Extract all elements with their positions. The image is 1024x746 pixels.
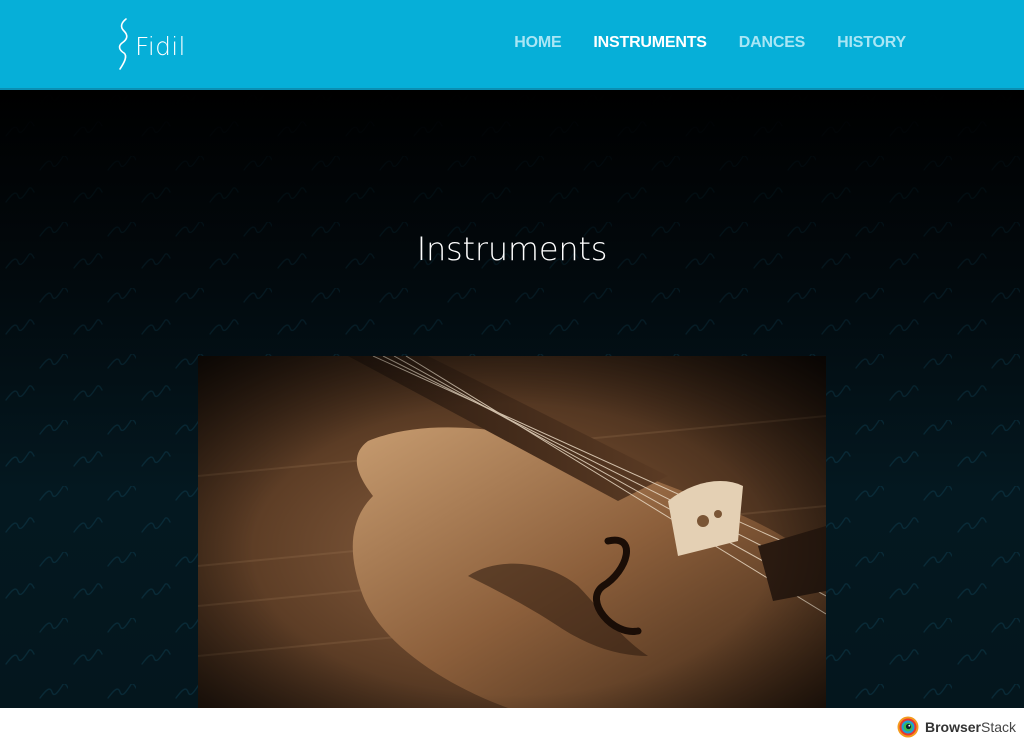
main-content: Instruments <box>0 90 1024 708</box>
logo-text: Fidil <box>135 32 186 61</box>
nav-instruments[interactable]: INSTRUMENTS <box>593 34 707 52</box>
footer-bar: BrowserStack <box>0 708 1024 746</box>
page-title: Instruments <box>416 230 608 268</box>
browserstack-label: BrowserStack <box>924 719 1016 735</box>
browserstack-logo-icon <box>897 716 919 738</box>
logo-link[interactable]: Fidil <box>116 17 186 71</box>
nav-history[interactable]: HISTORY <box>837 34 906 52</box>
logo-icon <box>118 18 128 70</box>
browserstack-badge[interactable]: BrowserStack <box>897 716 1016 738</box>
nav-home[interactable]: HOME <box>514 34 561 52</box>
nav-dances[interactable]: DANCES <box>739 34 806 52</box>
site-header: Fidil HOME INSTRUMENTS DANCES HISTORY <box>0 0 1024 90</box>
main-nav: HOME INSTRUMENTS DANCES HISTORY <box>514 34 906 52</box>
violin-photo <box>198 356 826 708</box>
